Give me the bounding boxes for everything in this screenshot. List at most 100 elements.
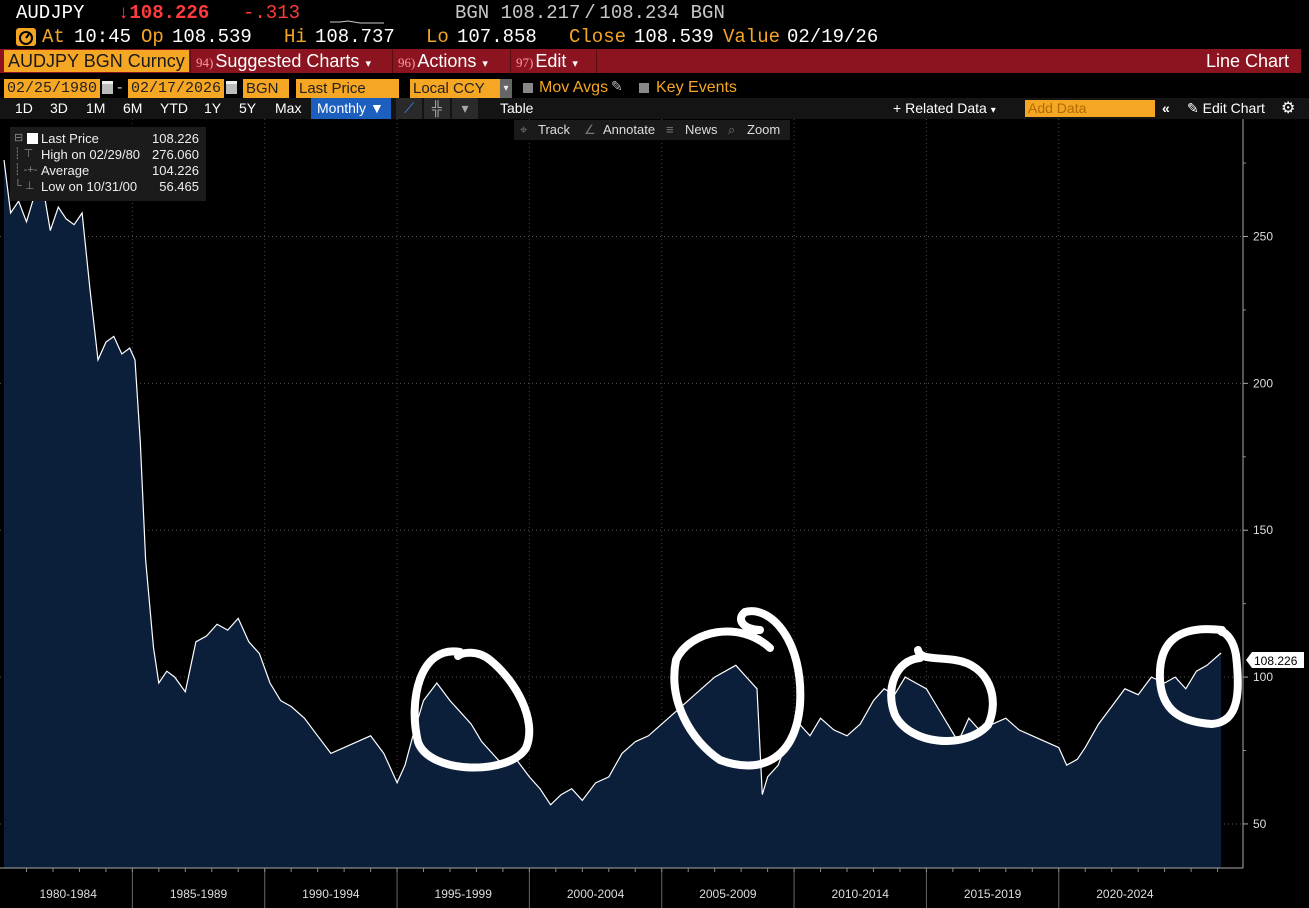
at-label: At (42, 26, 65, 48)
news-button[interactable]: News (685, 122, 718, 137)
x-tick-label: 1990-1994 (302, 887, 360, 901)
key-events-label: Key Events (656, 79, 737, 96)
high-label: Hi (284, 26, 307, 48)
x-tick-label: 1985-1989 (170, 887, 228, 901)
function-bar: AUDJPY BGN Curncy 94) Suggested Charts ▾ 9… (0, 49, 1301, 73)
date-separator: - (117, 79, 123, 96)
at-value: 10:45 (74, 26, 132, 48)
value-date: 02/19/26 (787, 26, 879, 48)
ticker-symbol: AUDJPY (16, 2, 85, 24)
chevron-down-icon[interactable]: ▾ (452, 98, 478, 119)
source-field[interactable]: BGN (243, 79, 289, 98)
low-marker-icon: └ ⊥ (14, 180, 35, 192)
pencil-icon[interactable]: ✎ (611, 78, 623, 95)
annotate-button[interactable]: Annotate (603, 122, 655, 137)
field-selector[interactable]: Last Price (296, 79, 399, 98)
edit-menu[interactable]: 97) Edit ▾ (516, 49, 578, 73)
chart-toolbar: ⌖ Track ∠ Annotate ≡ News ⌕ Zoom (514, 120, 790, 140)
end-date-field[interactable]: 02/17/2026 (128, 79, 225, 98)
frequency-selector[interactable]: Monthly ▼ (311, 98, 391, 119)
edit-chart-button[interactable]: ✎ Edit Chart (1187, 98, 1265, 119)
mov-avgs-label: Mov Avgs (539, 79, 609, 96)
x-tick-label: 1995-1999 (435, 887, 493, 901)
last-price: ↓108.226 (118, 2, 210, 24)
price-area (4, 160, 1221, 869)
high-value: 108.737 (315, 26, 395, 48)
range-5y[interactable]: 5Y (239, 98, 256, 119)
table-button[interactable]: Table (500, 98, 533, 119)
x-tick-label: 2005-2009 (699, 887, 757, 901)
chevron-down-icon[interactable]: ▾ (500, 79, 512, 98)
start-date-field[interactable]: 02/25/1980 (4, 79, 101, 98)
news-icon: ≡ (666, 122, 674, 137)
chevron-down-icon: ▼ (370, 100, 384, 116)
open-label: Op (141, 26, 164, 48)
security-field[interactable]: AUDJPY BGN Curncy (4, 50, 189, 72)
y-tick-label: 150 (1253, 523, 1273, 537)
x-tick-label: 2015-2019 (964, 887, 1022, 901)
zoom-icon: ⌕ (728, 122, 736, 137)
actions-menu[interactable]: 96) Actions ▾ (398, 49, 488, 73)
x-tick-label: 1980-1984 (39, 887, 97, 901)
collapse-icon[interactable]: « (1162, 98, 1170, 119)
low-label: Lo (426, 26, 449, 48)
key-events-checkbox[interactable] (639, 83, 649, 93)
divider (596, 49, 597, 73)
dropdown-icon: ▾ (572, 58, 578, 70)
annotate-icon: ∠ (584, 122, 596, 137)
legend-row-high: ┊ ⊤ High on 02/29/80 276.060 (14, 147, 199, 162)
plus-icon: + (893, 100, 906, 116)
crosshair-icon: ⌖ (520, 122, 528, 137)
x-tick-label: 2000-2004 (567, 887, 625, 901)
close-value: 108.539 (634, 26, 714, 48)
open-value: 108.539 (172, 26, 252, 48)
mov-avgs-checkbox[interactable] (523, 83, 533, 93)
add-data-input[interactable]: Add Data (1025, 100, 1155, 117)
calendar-icon[interactable] (226, 81, 237, 94)
y-tick-label: 100 (1253, 670, 1273, 684)
last-price-label: 108.226 (1254, 654, 1298, 668)
dropdown-icon: ▾ (365, 58, 371, 70)
range-1y[interactable]: 1Y (204, 98, 221, 119)
zoom-button[interactable]: Zoom (747, 122, 780, 137)
range-1d[interactable]: 1D (15, 98, 33, 119)
chart-type-title: Line Chart (1205, 51, 1289, 71)
currency-selector[interactable]: Local CCY (410, 79, 500, 98)
related-data-menu[interactable]: + Related Data ▾ (893, 98, 996, 119)
gauge-icon[interactable] (16, 28, 36, 46)
bar-chart-icon[interactable]: ╬ (424, 98, 450, 119)
divider (510, 49, 511, 73)
y-tick-label: 50 (1253, 817, 1267, 831)
bid-ask-quote: BGN 108.217 / 108.234 BGN (455, 2, 725, 24)
divider (392, 49, 393, 73)
series-swatch (27, 133, 38, 144)
y-tick-label: 250 (1253, 229, 1273, 243)
edit-label: Edit (535, 51, 567, 71)
chart-settings: 02/25/1980 - 02/17/2026 BGN Last Price L… (0, 78, 1309, 99)
quote-line: At 10:45 Op 108.539 Hi 108.737 Lo 107.85… (0, 26, 1309, 48)
range-bar: 1D 3D 1M 6M YTD 1Y 5Y Max Monthly ▼ ⟋ ╬ ▾… (0, 98, 1309, 119)
legend-row-last-price: ⊟ Last Price 108.226 (14, 131, 199, 146)
range-6m[interactable]: 6M (123, 98, 142, 119)
legend-row-average: ┊ -+- Average 104.226 (14, 163, 199, 178)
dropdown-icon: ▾ (990, 105, 996, 116)
low-value: 107.858 (457, 26, 537, 48)
pencil-icon: ✎ (1187, 100, 1203, 116)
line-chart-icon[interactable]: ⟋ (396, 98, 422, 119)
y-tick-label: 200 (1253, 376, 1273, 390)
collapse-icon[interactable]: ⊟ (14, 131, 23, 144)
close-label: Close (569, 26, 627, 48)
track-button[interactable]: Track (538, 122, 570, 137)
range-1m[interactable]: 1M (86, 98, 105, 119)
divider (190, 49, 191, 73)
price-chart[interactable]: 50 100 150 200 250 1980-1984 1985-1989 1990-19… (0, 119, 1309, 908)
gear-icon[interactable]: ⚙ (1281, 98, 1295, 119)
range-3d[interactable]: 3D (50, 98, 68, 119)
ticker-header: AUDJPY ↓108.226 -.313 BGN 108.217 / 108.… (0, 0, 1309, 26)
range-max[interactable]: Max (275, 98, 301, 119)
calendar-icon[interactable] (102, 81, 113, 94)
suggested-charts-menu[interactable]: 94) Suggested Charts ▾ (196, 49, 371, 73)
range-ytd[interactable]: YTD (160, 98, 188, 119)
average-marker-icon: ┊ -+- (14, 164, 38, 176)
x-tick-label: 2010-2014 (832, 887, 890, 901)
